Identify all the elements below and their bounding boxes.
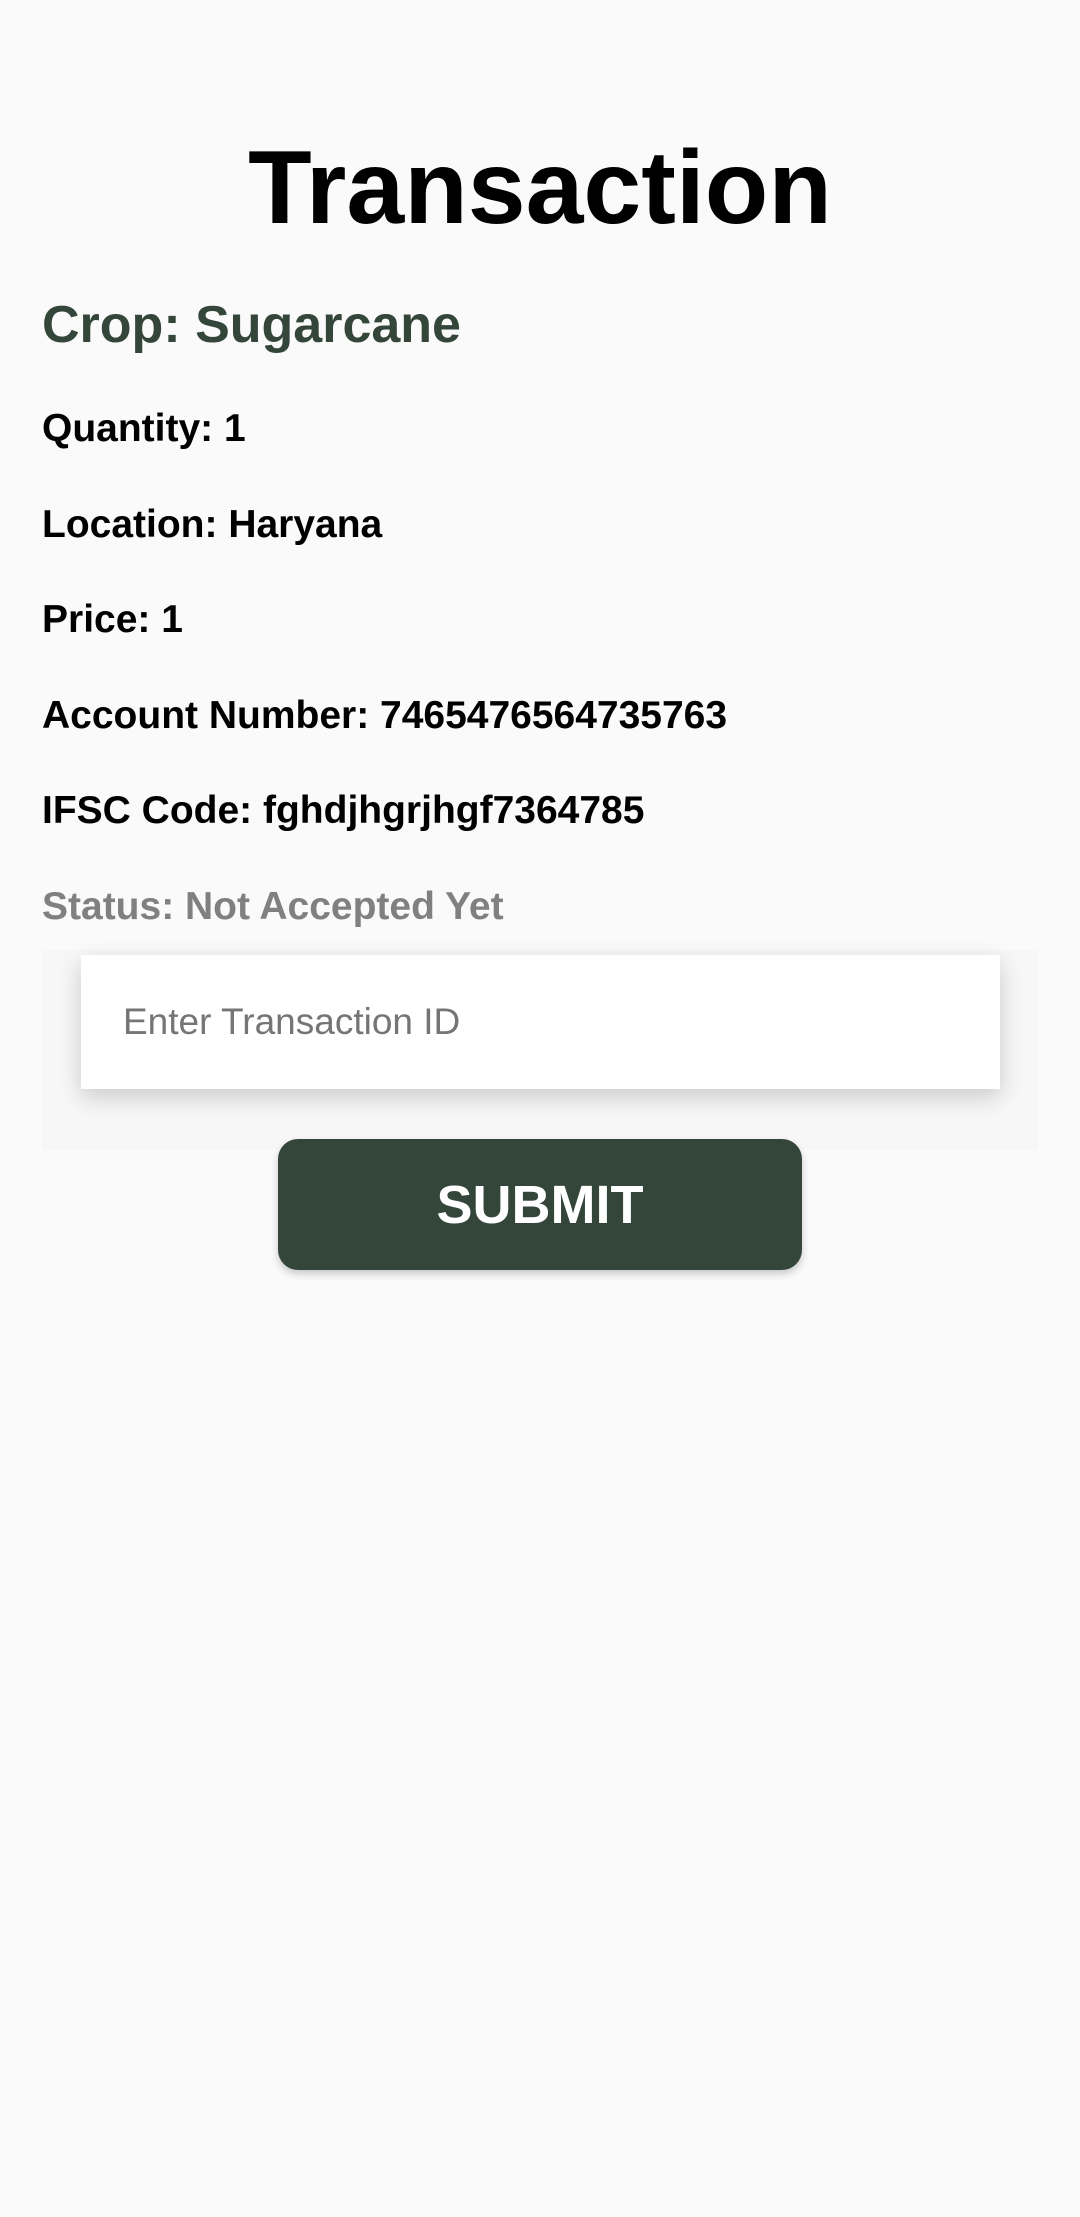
crop-name: Crop: Sugarcane	[42, 296, 461, 354]
ifsc-code-text: IFSC Code: fghdjhgrjhgf7364785	[42, 789, 645, 832]
quantity-text: Quantity: 1	[42, 407, 246, 450]
price-text: Price: 1	[42, 598, 183, 641]
page-title: Transaction	[248, 130, 832, 246]
location-text: Location: Haryana	[42, 503, 383, 546]
transaction-id-input[interactable]	[81, 955, 1000, 1089]
account-number-text: Account Number: 7465476564735763	[42, 694, 728, 737]
status-text: Status: Not Accepted Yet	[42, 885, 504, 928]
submit-button[interactable]: SUBMIT	[278, 1139, 802, 1270]
